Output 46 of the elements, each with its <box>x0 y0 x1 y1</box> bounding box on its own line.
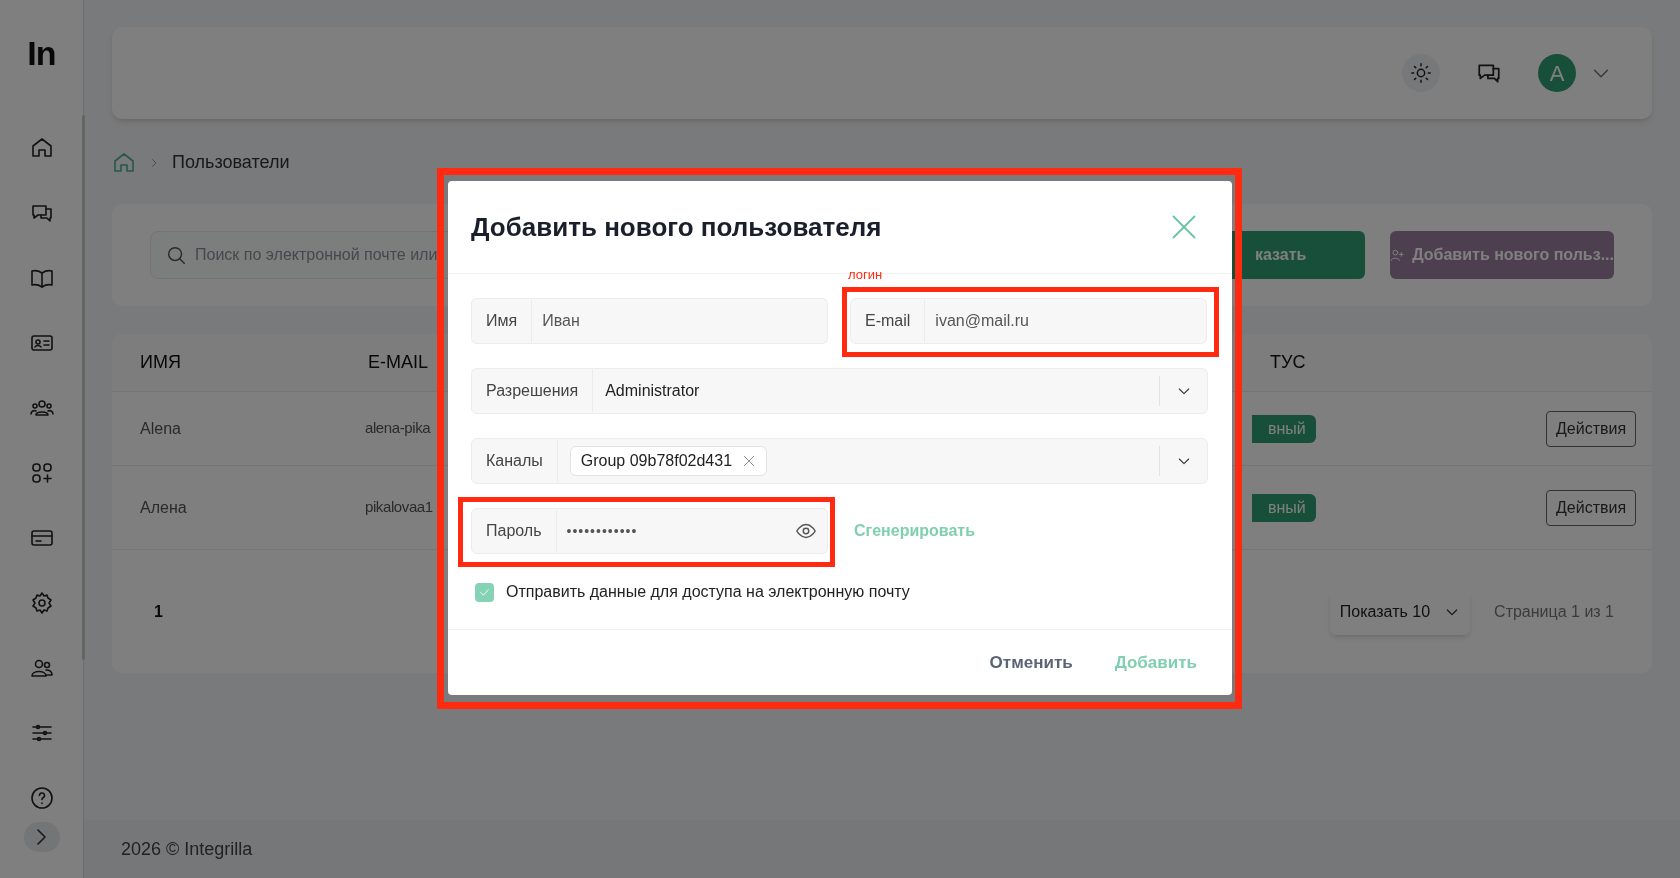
field-label: Каналы <box>471 438 558 484</box>
page-info: Страница 1 из 1 <box>1494 601 1614 622</box>
table-cell-text: Алена <box>140 497 187 518</box>
password-field[interactable]: •••••••••••• <box>556 508 828 554</box>
column-header: E-MAIL <box>368 351 428 374</box>
field-label: Пароль <box>471 508 557 554</box>
table-cell-text: pikalovaa1 <box>365 497 433 518</box>
logo: In <box>27 36 56 70</box>
expand-button[interactable] <box>23 822 60 852</box>
settings-icon[interactable] <box>29 591 54 615</box>
dialog-title: Добавить нового пользователя <box>471 210 882 244</box>
table-cell-text: alena-pika <box>365 418 431 439</box>
chevron-right-icon <box>37 829 46 845</box>
channels-select[interactable]: Group 09b78f02d431 <box>557 438 1208 484</box>
field-label: Разрешения <box>471 368 594 414</box>
apps-icon[interactable] <box>29 461 54 485</box>
password-value: •••••••••••• <box>566 521 638 541</box>
user-plus-icon <box>1390 247 1405 263</box>
theme-toggle-button[interactable] <box>1402 54 1440 92</box>
annotation-label: логин <box>848 266 883 284</box>
field-label: E-mail <box>850 298 926 344</box>
permissions-select[interactable]: Administrator <box>593 368 1208 414</box>
name-input[interactable]: Иван <box>532 298 828 344</box>
cancel-button[interactable]: Отменить <box>989 649 1073 676</box>
search-icon <box>165 244 187 266</box>
email-input[interactable]: ivan@mail.ru <box>925 298 1207 344</box>
status-badge: вный <box>1252 414 1316 443</box>
field-label: Имя <box>471 298 533 344</box>
breadcrumb-current: Пользователи <box>172 151 290 174</box>
table-cell-text: Alena <box>140 418 181 439</box>
select-value: Administrator <box>605 381 700 401</box>
help-icon[interactable] <box>29 786 54 810</box>
actions-button[interactable]: Действия <box>1546 489 1637 526</box>
status-badge: вный <box>1252 493 1316 522</box>
home-icon[interactable] <box>29 136 54 160</box>
column-header: ТУС <box>1270 351 1306 374</box>
page-number[interactable]: 1 <box>154 599 163 624</box>
checkbox-label: Отправить данные для доступа на электронную почту <box>506 582 910 602</box>
column-header: ИМЯ <box>140 351 181 374</box>
sun-icon <box>1410 62 1432 84</box>
copyright-text: 2026 © Integrilla <box>121 837 253 861</box>
checkbox[interactable] <box>475 582 494 602</box>
remove-icon[interactable] <box>742 454 757 468</box>
channel-tag[interactable]: Group 09b78f02d431 <box>569 446 768 476</box>
actions-button[interactable]: Действия <box>1546 410 1637 447</box>
page-size-select[interactable]: Показать 10 <box>1329 588 1471 635</box>
